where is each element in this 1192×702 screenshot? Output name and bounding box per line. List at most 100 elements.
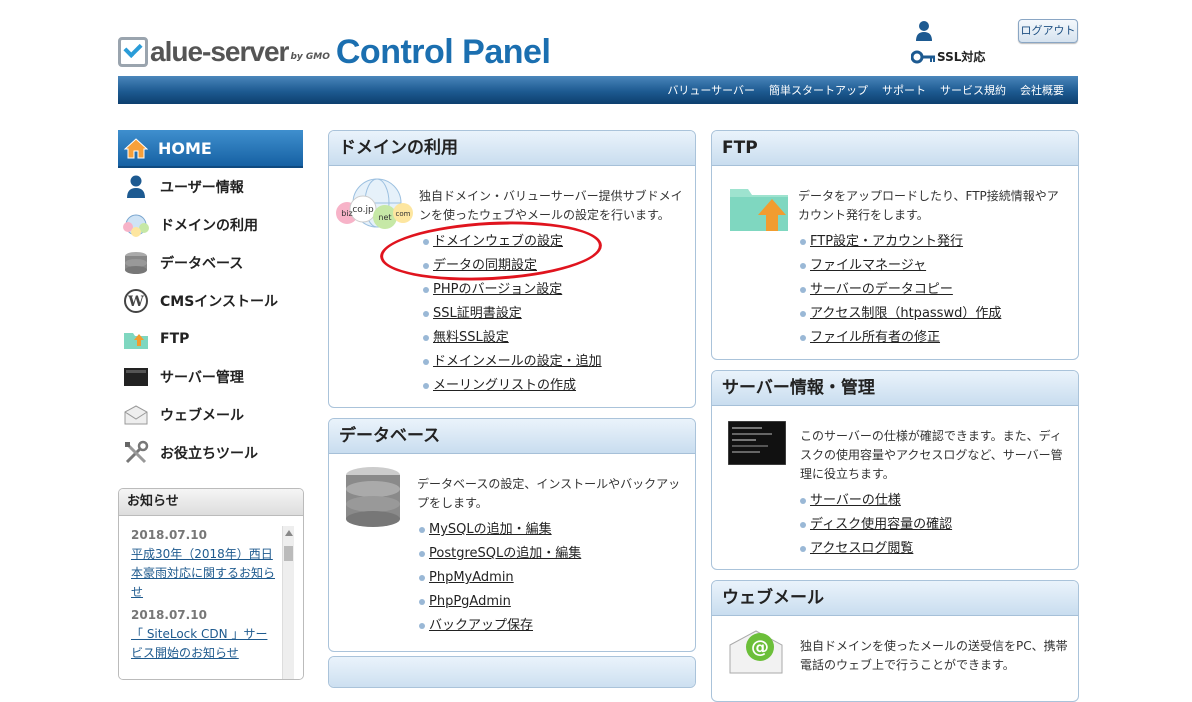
scroll-up-icon[interactable] [285, 530, 293, 536]
bullet-icon [419, 526, 425, 533]
bullet-icon [423, 358, 429, 365]
link-php-version[interactable]: PHPのバージョン設定 [433, 282, 562, 297]
news-link[interactable]: 平成30年（2018年）西日本豪雨対応に関するお知らせ [131, 545, 279, 602]
news-list: 2018.07.10 平成30年（2018年）西日本豪雨対応に関するお知らせ 2… [131, 526, 279, 663]
bullet-icon [800, 238, 806, 245]
cms-panel [328, 656, 696, 688]
terminal-icon [122, 363, 150, 391]
ssl-status: SSL対応 [911, 48, 985, 65]
webmail-panel: ウェブメール @ 独自ドメインを使ったメールの送受信をPC、携帯電話のウェブ上で… [711, 580, 1079, 702]
news-box: お知らせ 2018.07.10 平成30年（2018年）西日本豪雨対応に関するお… [118, 488, 304, 680]
link-item[interactable]: ディスク使用容量の確認 [800, 513, 952, 537]
link-item[interactable]: サーバーのデータコピー [800, 278, 1001, 302]
tools-icon [122, 439, 150, 467]
news-link[interactable]: 「 SiteLock CDN 」サービス開始のお知らせ [131, 625, 279, 663]
link-backup[interactable]: バックアップ保存 [429, 618, 533, 633]
link-mailing-list[interactable]: メーリングリストの作成 [433, 378, 576, 393]
database-panel: データベース データベースの設定、インストールやバックアップをします。 MySQ… [328, 418, 696, 652]
link-item[interactable]: メーリングリストの作成 [423, 374, 602, 398]
link-item[interactable]: ファイルマネージャ [800, 254, 1001, 278]
sidebar-item-database[interactable]: データベース [118, 244, 303, 282]
panel-description: 独自ドメインを使ったメールの送受信をPC、携帯電話のウェブ上で行うことができます… [800, 639, 1068, 672]
bullet-icon [419, 574, 425, 581]
server-info-panel: サーバー情報・管理 このサーバーの仕様が確認できます。また、ディスクの使用容量や… [711, 370, 1079, 570]
panel-description: このサーバーの仕様が確認できます。また、ディスクの使用容量やアクセスログなど、サ… [800, 429, 1063, 481]
database-icon [122, 249, 150, 277]
link-postgresql[interactable]: PostgreSQLの追加・編集 [429, 546, 581, 561]
sidebar-item-label: FTP [160, 331, 190, 347]
link-item[interactable]: 無料SSL設定 [423, 326, 602, 350]
logout-button[interactable]: ログアウト [1018, 19, 1078, 43]
nav-easy-startup[interactable]: 簡単スタートアップ [769, 82, 868, 98]
sidebar-item-home[interactable]: HOME [118, 130, 303, 168]
news-scrollbar[interactable] [282, 526, 294, 679]
news-date: 2018.07.10 [131, 608, 207, 622]
link-item[interactable]: SSL証明書設定 [423, 302, 602, 326]
globe-icon: biz co.jp net com [336, 178, 413, 229]
link-ftp-account[interactable]: FTP設定・アカウント発行 [810, 234, 963, 249]
sidebar-item-domain[interactable]: ドメインの利用 [118, 206, 303, 244]
sidebar-item-webmail[interactable]: ウェブメール [118, 396, 303, 434]
home-icon [124, 138, 148, 159]
link-file-manager[interactable]: ファイルマネージャ [810, 258, 926, 273]
sidebar-item-label: サーバー管理 [160, 370, 244, 386]
panel-title: サーバー情報・管理 [712, 371, 1078, 406]
link-mysql[interactable]: MySQLの追加・編集 [429, 522, 552, 537]
link-phppgadmin[interactable]: PhpPgAdmin [429, 594, 511, 609]
globe-tag: biz [341, 209, 353, 218]
panel-title: データベース [329, 419, 695, 454]
svg-text:@: @ [751, 637, 769, 658]
link-ssl-cert[interactable]: SSL証明書設定 [433, 306, 522, 321]
panel-title: ウェブメール [712, 581, 1078, 616]
bullet-icon [423, 286, 429, 293]
bullet-icon [800, 334, 806, 341]
news-title: お知らせ [119, 489, 303, 516]
bullet-icon [800, 286, 806, 293]
link-domain-mail[interactable]: ドメインメールの設定・追加 [433, 354, 602, 369]
globe-tag: net [378, 213, 391, 222]
link-item[interactable]: サーバーの仕様 [800, 489, 952, 513]
link-free-ssl[interactable]: 無料SSL設定 [433, 330, 509, 345]
nav-support[interactable]: サポート [882, 82, 926, 98]
panel-description: データをアップロードしたり、FTP接続情報やアカウント発行をします。 [798, 189, 1059, 222]
link-item[interactable]: ドメインメールの設定・追加 [423, 350, 602, 374]
link-disk-usage[interactable]: ディスク使用容量の確認 [810, 517, 952, 532]
link-server-spec[interactable]: サーバーの仕様 [810, 493, 901, 508]
panel-title: FTP [712, 131, 1078, 166]
globe-tag: com [396, 210, 411, 218]
link-phpmyadmin[interactable]: PhpMyAdmin [429, 570, 514, 585]
link-item[interactable]: PHPのバージョン設定 [423, 278, 602, 302]
database-icon [346, 467, 400, 527]
globe-icon [122, 211, 150, 239]
link-item[interactable]: ファイル所有者の修正 [800, 326, 1001, 350]
sidebar-item-user-info[interactable]: ユーザー情報 [118, 168, 303, 206]
link-item[interactable]: FTP設定・アカウント発行 [800, 230, 1001, 254]
nav-valueserver[interactable]: バリューサーバー [667, 82, 755, 98]
nav-company[interactable]: 会社概要 [1020, 82, 1064, 98]
link-file-owner[interactable]: ファイル所有者の修正 [810, 330, 940, 345]
link-item[interactable]: MySQLの追加・編集 [419, 518, 581, 542]
logo-by: by GMO [290, 52, 330, 62]
link-item[interactable]: アクセス制限（htpasswd）作成 [800, 302, 1001, 326]
link-item[interactable]: バックアップ保存 [419, 614, 581, 638]
link-item[interactable]: PostgreSQLの追加・編集 [419, 542, 581, 566]
sidebar-item-ftp[interactable]: FTP [118, 320, 303, 358]
bullet-icon [423, 382, 429, 389]
ftp-panel: FTP データをアップロードしたり、FTP接続情報やアカウント発行をします。 F… [711, 130, 1079, 360]
link-server-data-copy[interactable]: サーバーのデータコピー [810, 282, 953, 297]
nav-terms[interactable]: サービス規約 [940, 82, 1006, 98]
app-title: Control Panel [335, 32, 551, 71]
logo[interactable]: alue-server by GMO Control Panel [118, 32, 551, 71]
sidebar-item-server-admin[interactable]: サーバー管理 [118, 358, 303, 396]
link-htpasswd[interactable]: アクセス制限（htpasswd）作成 [810, 306, 1001, 321]
link-item[interactable]: PhpMyAdmin [419, 566, 581, 590]
link-item[interactable]: PhpPgAdmin [419, 590, 581, 614]
link-access-log[interactable]: アクセスログ閲覧 [810, 541, 913, 556]
sidebar-item-cms-install[interactable]: W CMSインストール [118, 282, 303, 320]
bullet-icon [419, 622, 425, 629]
panel-description: 独自ドメイン・バリューサーバー提供サブドメインを使ったウェブやメールの設定を行い… [419, 189, 683, 222]
link-item[interactable]: アクセスログ閲覧 [800, 537, 952, 561]
sidebar-item-tools[interactable]: お役立ちツール [118, 434, 303, 472]
scrollbar-thumb[interactable] [284, 546, 293, 561]
terminal-icon [728, 421, 786, 465]
